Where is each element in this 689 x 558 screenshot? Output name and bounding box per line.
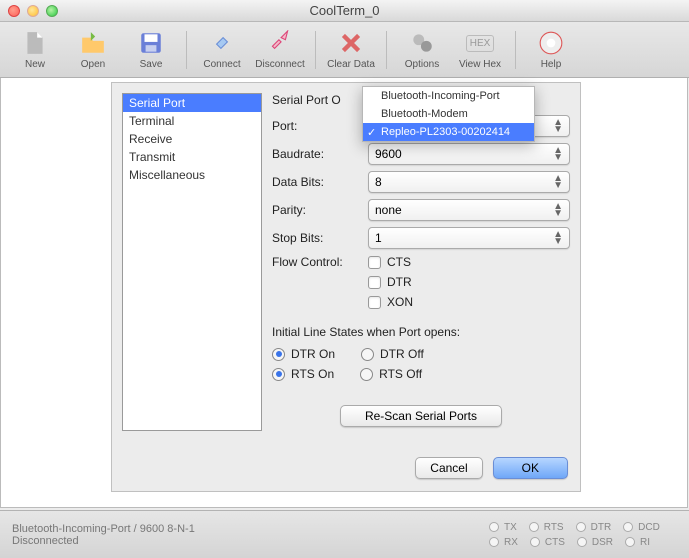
toolbar-separator	[515, 31, 516, 69]
cts-label: CTS	[387, 255, 411, 269]
sidebar-item-transmit[interactable]: Transmit	[123, 148, 261, 166]
help-icon	[535, 29, 567, 57]
dtr-on-radio[interactable]: DTR On	[272, 347, 335, 361]
options-sidebar: Serial Port Terminal Receive Transmit Mi…	[122, 93, 262, 431]
connect-icon	[206, 29, 238, 57]
port-option[interactable]: Bluetooth-Incoming-Port	[363, 87, 534, 105]
rts-on-radio[interactable]: RTS On	[272, 367, 334, 381]
toolbar-clear-data[interactable]: Clear Data	[324, 29, 378, 70]
titlebar: CoolTerm_0	[0, 0, 689, 22]
port-label: Port:	[272, 119, 362, 133]
toolbar-separator	[386, 31, 387, 69]
stopbits-label: Stop Bits:	[272, 231, 362, 245]
dtr-off-label: DTR Off	[380, 347, 424, 361]
parity-label: Parity:	[272, 203, 362, 217]
cancel-button[interactable]: Cancel	[415, 457, 482, 479]
status-connection: Bluetooth-Incoming-Port / 9600 8-N-1	[12, 523, 467, 535]
toolbar-open[interactable]: Open	[66, 29, 120, 70]
parity-select[interactable]: none▲▼	[368, 199, 570, 221]
status-bar: Bluetooth-Incoming-Port / 9600 8-N-1 Dis…	[0, 510, 689, 558]
indicator-dtr: DTR	[576, 522, 612, 533]
toolbar-view-hex[interactable]: HEX View Hex	[453, 29, 507, 70]
toolbar-label: Open	[81, 59, 105, 70]
toolbar-label: New	[25, 59, 45, 70]
rts-on-label: RTS On	[291, 367, 334, 381]
dtr-checkbox[interactable]: DTR	[368, 275, 412, 289]
dtr-off-radio[interactable]: DTR Off	[361, 347, 424, 361]
toolbar-label: Save	[140, 59, 163, 70]
options-content: Serial Port O Port: ▲▼ Baudrate: 9600▲▼ …	[272, 93, 570, 431]
document-icon	[19, 29, 51, 57]
indicator-rts: RTS	[529, 522, 564, 533]
toolbar-save[interactable]: Save	[124, 29, 178, 70]
toolbar-disconnect[interactable]: Disconnect	[253, 29, 307, 70]
toolbar-separator	[315, 31, 316, 69]
disconnect-icon	[264, 29, 296, 57]
indicator-rx: RX	[489, 537, 518, 548]
options-dialog: Serial Port Terminal Receive Transmit Mi…	[111, 82, 581, 492]
databits-select[interactable]: 8▲▼	[368, 171, 570, 193]
open-icon	[77, 29, 109, 57]
indicator-dsr: DSR	[577, 537, 613, 548]
baud-select[interactable]: 9600▲▼	[368, 143, 570, 165]
port-option[interactable]: Bluetooth-Modem	[363, 105, 534, 123]
rescan-button[interactable]: Re-Scan Serial Ports	[340, 405, 502, 427]
baud-label: Baudrate:	[272, 147, 362, 161]
toolbar: New Open Save Connect Disconnect Clear D…	[0, 22, 689, 78]
hex-icon: HEX	[464, 29, 496, 57]
toolbar-help[interactable]: Help	[524, 29, 578, 70]
save-icon	[135, 29, 167, 57]
databits-value: 8	[375, 175, 382, 189]
sidebar-item-serial-port[interactable]: Serial Port	[123, 94, 261, 112]
toolbar-options[interactable]: Options	[395, 29, 449, 70]
rts-off-radio[interactable]: RTS Off	[360, 367, 422, 381]
toolbar-new[interactable]: New	[8, 29, 62, 70]
toolbar-label: View Hex	[459, 59, 501, 70]
databits-label: Data Bits:	[272, 175, 362, 189]
baud-value: 9600	[375, 147, 402, 161]
dtr-label: DTR	[387, 275, 412, 289]
toolbar-label: Help	[541, 59, 562, 70]
indicator-cts: CTS	[530, 537, 565, 548]
sidebar-item-receive[interactable]: Receive	[123, 130, 261, 148]
status-state: Disconnected	[12, 535, 467, 547]
indicator-dcd: DCD	[623, 522, 660, 533]
indicator-ri: RI	[625, 537, 650, 548]
clear-icon	[335, 29, 367, 57]
status-left: Bluetooth-Incoming-Port / 9600 8-N-1 Dis…	[0, 517, 479, 553]
dtr-on-label: DTR On	[291, 347, 335, 361]
stopbits-value: 1	[375, 231, 382, 245]
port-option-selected[interactable]: Repleo-PL2303-00202414	[363, 123, 534, 141]
gear-icon	[406, 29, 438, 57]
rts-off-label: RTS Off	[379, 367, 422, 381]
toolbar-label: Disconnect	[255, 59, 304, 70]
stopbits-select[interactable]: 1▲▼	[368, 227, 570, 249]
parity-value: none	[375, 203, 402, 217]
indicator-tx: TX	[489, 522, 517, 533]
status-indicators: TX RTS DTR DCD RX CTS DSR RI	[479, 516, 689, 554]
xon-checkbox[interactable]: XON	[368, 295, 413, 309]
flowcontrol-label: Flow Control:	[272, 255, 362, 269]
toolbar-label: Connect	[203, 59, 240, 70]
ok-button[interactable]: OK	[493, 457, 568, 479]
main-area: Serial Port Terminal Receive Transmit Mi…	[0, 78, 688, 508]
initial-line-states-label: Initial Line States when Port opens:	[272, 325, 570, 339]
sidebar-item-terminal[interactable]: Terminal	[123, 112, 261, 130]
xon-label: XON	[387, 295, 413, 309]
toolbar-label: Clear Data	[327, 59, 375, 70]
toolbar-connect[interactable]: Connect	[195, 29, 249, 70]
toolbar-separator	[186, 31, 187, 69]
dialog-buttons: Cancel OK	[415, 457, 568, 479]
sidebar-item-miscellaneous[interactable]: Miscellaneous	[123, 166, 261, 184]
toolbar-label: Options	[405, 59, 439, 70]
port-dropdown-menu: Bluetooth-Incoming-Port Bluetooth-Modem …	[362, 86, 535, 142]
cts-checkbox[interactable]: CTS	[368, 255, 411, 269]
window-title: CoolTerm_0	[0, 3, 689, 18]
